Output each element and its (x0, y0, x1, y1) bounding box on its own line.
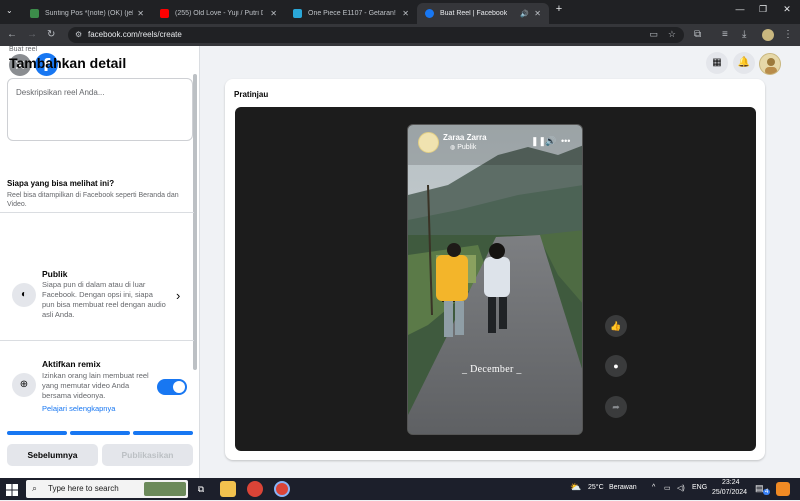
cast-icon[interactable]: ▭ (649, 29, 658, 40)
search-icon: ⌕ (32, 483, 38, 493)
facebook-favicon-icon (425, 9, 434, 18)
page-title: Tambahkan detail (9, 55, 127, 71)
video-user-avatar[interactable] (418, 132, 439, 153)
media-control-icon[interactable]: ≡ (722, 29, 728, 41)
back-icon[interactable]: ← (7, 29, 17, 41)
publish-button[interactable]: Publikasikan (102, 444, 193, 466)
language-indicator[interactable]: ENG (692, 484, 707, 491)
tab-close-icon[interactable]: ✕ (270, 9, 277, 18)
description-input[interactable]: Deskripsikan reel Anda... (7, 78, 193, 141)
audience-option-title: Publik (42, 269, 68, 279)
speaker-icon[interactable]: ◁) (677, 484, 685, 492)
tab-title: (255) Old Love - Yuji / Putri Dal (175, 10, 263, 17)
back-button[interactable]: Sebelumnya (7, 444, 98, 466)
chrome-active-icon[interactable] (274, 481, 290, 497)
notification-badge: 4 (763, 489, 771, 495)
tray-overflow-icon[interactable]: ^ (652, 484, 655, 491)
tab-close-icon[interactable]: ✕ (402, 9, 409, 18)
avatar[interactable] (759, 53, 781, 75)
progress-step (70, 431, 130, 435)
description-placeholder: Deskripsikan reel Anda... (16, 88, 105, 97)
notifications-bell-icon[interactable]: 🔔 (733, 52, 755, 74)
site-info-icon[interactable]: ⚙ (75, 30, 82, 39)
profile-avatar-icon[interactable] (762, 29, 774, 41)
browser-tab[interactable]: (255) Old Love - Yuji / Putri Dal ✕ (152, 3, 285, 24)
tab-title: Sunting Pos *(note) (OK) (jelask (45, 10, 133, 17)
reel-video[interactable] (407, 124, 583, 435)
video-caption-text: _ December _ (462, 364, 522, 375)
window-close-button[interactable]: ✕ (780, 4, 794, 15)
taskbar-search[interactable]: ⌕ Type here to search (26, 480, 188, 498)
browser-tab[interactable]: Sunting Pos *(note) (OK) (jelask ✕ (22, 3, 152, 24)
toggle-knob (173, 381, 185, 393)
url-text: facebook.com/reels/create (88, 30, 182, 39)
audience-subtext: Reel bisa ditampilkan di Facebook sepert… (7, 192, 179, 208)
share-icon[interactable]: ➦ (605, 396, 627, 418)
browser-toolbar: ← → ↻ ⚙ facebook.com/reels/create ▭ ☆ ≡ … (0, 24, 800, 46)
browser-menu-icon[interactable]: ⋮ (783, 29, 793, 41)
progress-step (133, 431, 193, 435)
weather-temp[interactable]: 25°C (588, 484, 604, 491)
pause-icon[interactable]: ❚❚ (531, 136, 546, 147)
globe-icon: ◐ (12, 283, 36, 307)
browser-tab[interactable]: One Piece E1107 - Getaran! Tan ✕ (285, 3, 417, 24)
address-bar[interactable]: ⚙ facebook.com/reels/create ▭ ☆ (68, 27, 684, 43)
minimize-button[interactable]: — (733, 4, 747, 14)
preview-title: Pratinjau (234, 90, 269, 99)
browser-tab-active[interactable]: Buat Reel | Facebook 🔊 ✕ (417, 3, 549, 24)
new-tab-button[interactable]: + (552, 3, 566, 15)
globe-icon: ◍ (450, 145, 456, 151)
audience-heading: Siapa yang bisa melihat ini? (7, 179, 115, 188)
download-icon[interactable]: ⤓ (742, 29, 746, 41)
search-highlight-image (144, 482, 186, 496)
taskbar-search-placeholder: Type here to search (48, 484, 119, 493)
menu-grid-icon[interactable]: ▦ (706, 52, 728, 74)
video-audience: ◍ Publik (450, 144, 476, 151)
learn-more-link[interactable]: Pelajari selengkapnya (42, 404, 115, 413)
app-tray-icon[interactable] (776, 482, 790, 496)
divider (0, 340, 194, 341)
restore-button[interactable]: ❐ (756, 4, 770, 15)
more-options-icon[interactable]: ••• (561, 136, 570, 146)
windows-start-icon[interactable] (6, 483, 18, 496)
youtube-favicon-icon (160, 9, 169, 18)
forward-icon[interactable]: → (27, 29, 37, 41)
chrome-icon[interactable] (247, 481, 263, 497)
remix-toggle[interactable] (157, 379, 187, 395)
volume-icon[interactable]: 🔊 (545, 136, 556, 147)
weather-icon[interactable]: ⛅ (570, 482, 581, 493)
remix-title: Aktifkan remix (42, 359, 101, 369)
tab-close-icon[interactable]: ✕ (137, 9, 144, 18)
video-username[interactable]: Zaraa Zarra (443, 133, 487, 142)
tab-favicon-icon (30, 9, 39, 18)
divider (0, 212, 194, 213)
breadcrumb: Buat reel (9, 46, 38, 53)
clock-time[interactable]: 23:24 (722, 479, 740, 486)
tab-title: Buat Reel | Facebook (440, 10, 508, 17)
task-view-icon[interactable]: ⧉ (193, 481, 209, 497)
file-explorer-icon[interactable] (220, 481, 236, 497)
progress-step (7, 431, 67, 435)
network-icon[interactable]: ▭ (664, 484, 671, 492)
tab-favicon-icon (293, 9, 302, 18)
browser-tab-strip: ⌄ Sunting Pos *(note) (OK) (jelask ✕ (25… (0, 0, 800, 24)
remix-desc: Izinkan orang lain membuat reel yang mem… (42, 371, 149, 400)
tab-search-icon[interactable]: ⌄ (6, 5, 13, 17)
like-icon[interactable]: 👍 (605, 315, 627, 337)
weather-desc[interactable]: Berawan (609, 484, 637, 491)
tab-title: One Piece E1107 - Getaran! Tan (308, 10, 396, 17)
tab-close-icon[interactable]: ✕ (534, 9, 541, 18)
extensions-icon[interactable]: ⧉ (694, 29, 701, 41)
taskbar: ⌕ Type here to search ⧉ ⛅ 25°C Berawan ^… (0, 478, 800, 500)
panel-scrollbar[interactable] (193, 74, 197, 370)
audience-option-desc: Siapa pun di dalam atau di luar Facebook… (42, 280, 166, 319)
bookmark-star-icon[interactable]: ☆ (668, 29, 676, 40)
remix-icon: ⊕ (12, 373, 36, 397)
chevron-right-icon[interactable]: › (176, 288, 180, 303)
comment-icon[interactable]: ● (605, 355, 627, 377)
clock-date[interactable]: 25/07/2024 (712, 489, 747, 496)
audio-playing-icon[interactable]: 🔊 (520, 10, 529, 18)
video-audience-label: Publik (457, 144, 477, 151)
reload-icon[interactable]: ↻ (47, 29, 55, 41)
